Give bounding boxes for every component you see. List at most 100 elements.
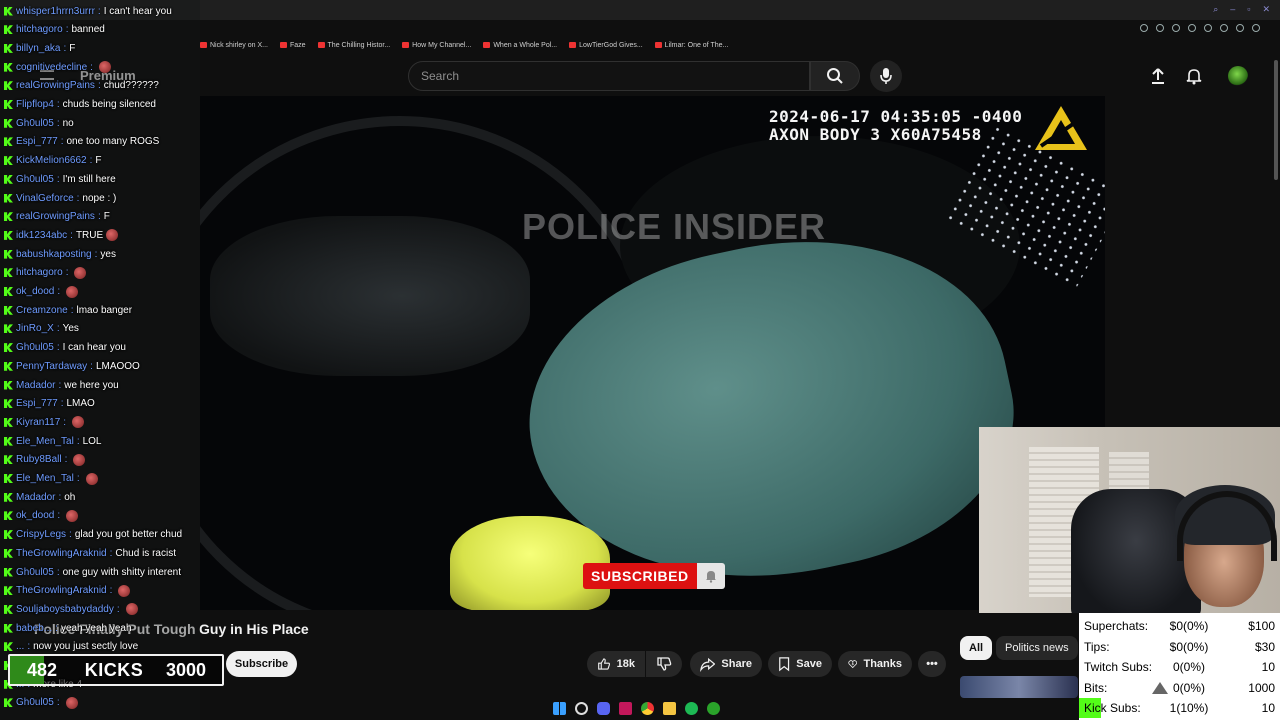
- close-icon[interactable]: ✕: [1262, 4, 1270, 15]
- extension-icon[interactable]: [1252, 24, 1260, 32]
- chat-username[interactable]: Flipflop4: [16, 99, 54, 110]
- folder-icon[interactable]: [663, 701, 676, 715]
- bookmark-item[interactable]: LowTierGod Gives...: [569, 38, 643, 52]
- chat-username[interactable]: Gh0ul05: [16, 118, 54, 129]
- chat-username[interactable]: babushkaposting: [16, 249, 92, 260]
- timestamp-line: 2024-06-17 04:35:05 -0400: [769, 107, 1023, 126]
- chat-username[interactable]: Ruby8Ball: [16, 454, 62, 465]
- bookmark-label: When a Whole Pol...: [493, 41, 558, 49]
- chat-text: Chud is racist: [115, 547, 176, 559]
- goal-label: Tips:: [1084, 639, 1110, 654]
- chat-username[interactable]: PennyTardaway: [16, 361, 87, 372]
- notifications-button[interactable]: [1184, 66, 1204, 91]
- chat-username[interactable]: Gh0ul05: [16, 567, 54, 578]
- thanks-button[interactable]: $ Thanks: [838, 651, 912, 677]
- more-actions-button[interactable]: •••: [918, 651, 946, 677]
- extension-icon[interactable]: [1236, 24, 1244, 32]
- emote-icon: [118, 584, 131, 597]
- subscribe-button[interactable]: Subscribe: [226, 651, 297, 677]
- maximize-icon[interactable]: ▫: [1247, 4, 1250, 15]
- app-icon[interactable]: [619, 701, 632, 715]
- bookmark-label: LowTierGod Gives...: [579, 41, 643, 49]
- search-icon[interactable]: ⌕: [1213, 4, 1218, 15]
- xbox-icon[interactable]: [707, 701, 720, 715]
- chat-username[interactable]: Gh0ul05: [16, 697, 54, 708]
- bookmark-item[interactable]: How My Channel...: [402, 38, 471, 52]
- chat-username[interactable]: hitchagoro: [16, 267, 63, 278]
- chat-message: hitchagoro: banned: [4, 21, 105, 39]
- like-button[interactable]: 18k: [587, 651, 645, 677]
- dislike-button[interactable]: [646, 651, 682, 677]
- minimize-icon[interactable]: –: [1230, 4, 1235, 15]
- bookmark-item[interactable]: Nick shirley on X...: [200, 38, 268, 52]
- chat-username[interactable]: cognitivedecline: [16, 62, 87, 73]
- extension-icon[interactable]: [1156, 24, 1164, 32]
- chat-username[interactable]: Ele_Men_Tal: [16, 436, 74, 447]
- chat-username[interactable]: Creamzone: [16, 305, 68, 316]
- chat-username[interactable]: whisper1hrrn3urrr: [16, 6, 95, 17]
- chat-username[interactable]: ok_dood: [16, 286, 54, 297]
- chat-username[interactable]: TheGrowlingAraknid: [16, 585, 107, 596]
- chat-username[interactable]: Ele_Men_Tal: [16, 473, 74, 484]
- discord-icon[interactable]: [597, 701, 610, 715]
- chat-separator: :: [56, 566, 60, 578]
- chat-overlay: Premium whisper1hrrn3urrr: I can't hear y…: [0, 0, 200, 720]
- voice-search-button[interactable]: [870, 60, 902, 92]
- chat-username[interactable]: realGrowingPains: [16, 211, 95, 222]
- chat-username[interactable]: ok_dood: [16, 510, 54, 521]
- chat-text: F: [69, 42, 76, 54]
- avatar[interactable]: [1228, 66, 1248, 86]
- chrome-icon[interactable]: [641, 701, 654, 715]
- windows-start-icon[interactable]: [553, 701, 566, 715]
- chat-username[interactable]: Madador: [16, 380, 55, 391]
- save-button[interactable]: Save: [768, 651, 832, 677]
- chat-username[interactable]: realGrowingPains: [16, 80, 95, 91]
- search-icon[interactable]: [575, 701, 588, 715]
- more-icon: •••: [926, 658, 938, 670]
- bookmark-item[interactable]: When a Whole Pol...: [483, 38, 557, 52]
- share-button[interactable]: Share: [690, 651, 762, 677]
- chat-username[interactable]: TheGrowlingAraknid: [16, 548, 107, 559]
- kick-badge-icon: [4, 174, 13, 184]
- kick-badge-icon: [4, 100, 13, 109]
- chat-username[interactable]: Kiyran117: [16, 417, 60, 428]
- create-button[interactable]: [1148, 66, 1168, 91]
- taskbar: [553, 697, 720, 719]
- kick-badge-icon: [4, 43, 13, 53]
- chat-username[interactable]: Souljaboysbabydaddy: [16, 604, 114, 615]
- recommended-thumbnail[interactable]: [960, 676, 1078, 698]
- extension-icon[interactable]: [1204, 24, 1212, 32]
- goal-row: Superchats: $0(0%) $100: [1079, 616, 1280, 636]
- chat-username[interactable]: CrispyLegs: [16, 529, 66, 540]
- chip-all[interactable]: All: [960, 636, 993, 660]
- extension-icon[interactable]: [1172, 24, 1180, 32]
- chat-username[interactable]: Espi_777: [16, 136, 58, 147]
- chat-message: Kiyran117:: [4, 413, 85, 431]
- chat-username[interactable]: KickMelion6662: [16, 155, 87, 166]
- chat-username[interactable]: idk1234abc: [16, 230, 67, 241]
- chat-username[interactable]: Gh0ul05: [16, 174, 54, 185]
- chat-username[interactable]: Madador: [16, 492, 55, 503]
- chat-username[interactable]: JinRo_X: [16, 323, 54, 334]
- scrollbar[interactable]: [1274, 60, 1278, 180]
- chat-username[interactable]: Espi_777: [16, 398, 58, 409]
- chat-username[interactable]: billyn_aka: [16, 43, 60, 54]
- favicon-icon: [317, 42, 325, 48]
- bookmark-item[interactable]: Lilmar: One of The...: [654, 38, 728, 52]
- extension-icon[interactable]: [1220, 24, 1228, 32]
- chat-username[interactable]: ...: [16, 641, 24, 652]
- chat-username[interactable]: hitchagoro: [16, 24, 63, 35]
- spotify-icon[interactable]: [685, 701, 698, 715]
- chat-separator: :: [63, 416, 67, 428]
- bookmark-item[interactable]: Faze: [279, 38, 306, 52]
- chip-politics-news[interactable]: Politics news: [996, 636, 1078, 660]
- video-player[interactable]: POLICE INSIDER 2024-06-17 04:35:05 -0400…: [200, 96, 1105, 610]
- extension-icon[interactable]: [1188, 24, 1196, 32]
- bookmark-item[interactable]: The Chilling Histor...: [317, 38, 390, 52]
- chat-username[interactable]: babeb...: [16, 623, 52, 634]
- chat-username[interactable]: VinalGeforce: [16, 193, 74, 204]
- search-input[interactable]: Search: [408, 61, 810, 91]
- extension-icon[interactable]: [1140, 24, 1148, 32]
- chat-username[interactable]: Gh0ul05: [16, 342, 54, 353]
- search-button[interactable]: [810, 61, 860, 91]
